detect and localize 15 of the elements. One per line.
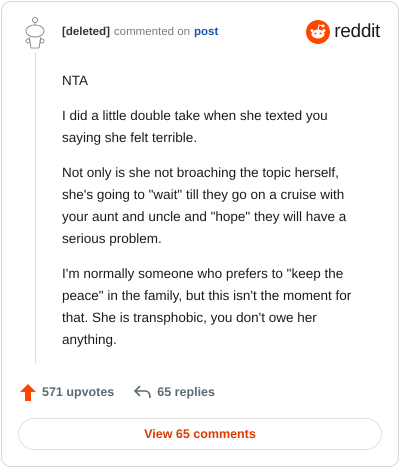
upvote-icon[interactable] <box>20 384 36 400</box>
alien-logo-icon <box>306 20 330 44</box>
comment-action: commented on <box>114 26 190 38</box>
reply-count: 65 replies <box>157 385 215 399</box>
comment-paragraph: I'm normally someone who prefers to "keep the peace" in the family, but this isn't the moment for that. She is transphobic, you don't owe her anything. <box>62 265 352 349</box>
brand-name: reddit <box>334 21 380 43</box>
comment-paragraph: I did a little double take when she texted you saying she felt terrible. <box>62 107 329 147</box>
comment-paragraph: Not only is she not broaching the topic herself, she's going to "wait" till they go on a cruise with your aunt and uncle and "hope" they will have a serious problem. <box>62 164 348 248</box>
comment-paragraph: NTA <box>62 72 89 90</box>
avatar-icon <box>24 16 46 50</box>
post-link[interactable]: post <box>194 26 218 38</box>
reply-icon[interactable] <box>134 385 152 399</box>
upvote-count: 571 upvotes <box>42 385 114 399</box>
author-name[interactable]: [deleted] <box>62 26 110 38</box>
view-comments-button[interactable]: View 65 comments <box>18 418 382 450</box>
